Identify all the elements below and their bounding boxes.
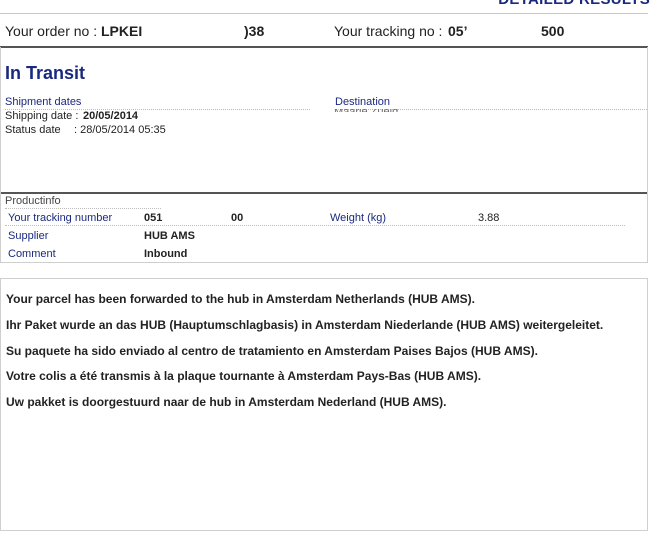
- productinfo-divider: [1, 192, 647, 194]
- pi-tracking-part1: 051: [144, 212, 163, 224]
- pi-weight-value: 3.88: [478, 212, 500, 224]
- message-de: Ihr Paket wurde an das HUB (Hauptumschla…: [6, 318, 604, 332]
- shipment-status: In Transit: [5, 63, 86, 83]
- message-nl: Uw pakket is doorgestuurd naar de hub in…: [6, 395, 447, 409]
- tracking-value-start: 05’: [448, 23, 468, 39]
- productinfo-underline: [5, 208, 161, 209]
- status-date-value: : 28/05/2014 05:35: [74, 124, 166, 136]
- productinfo-row-separator: [5, 225, 625, 226]
- order-value-end: )38: [244, 23, 265, 39]
- order-value-start: LPKEI: [101, 23, 143, 39]
- message-en: Your parcel has been forwarded to the hu…: [6, 292, 475, 306]
- pi-comment-value: Inbound: [144, 248, 188, 260]
- shipping-date-value: 20/05/2014: [83, 110, 139, 122]
- pi-weight-label: Weight (kg): [330, 212, 387, 224]
- pi-supplier-label: Supplier: [8, 230, 49, 242]
- destination-header: Destination: [335, 96, 647, 110]
- shipping-date-label: Shipping date :: [5, 110, 79, 122]
- message-es: Su paquete ha sido enviado al centro de …: [6, 344, 538, 358]
- tracking-value-end: 500: [541, 23, 565, 39]
- productinfo-header: Productinfo: [5, 195, 61, 207]
- message-fr: Votre colis a été transmis à la plaque t…: [6, 369, 482, 383]
- status-messages-panel: Your parcel has been forwarded to the hu…: [0, 278, 648, 531]
- status-date-label: Status date: [5, 124, 61, 136]
- pi-tracking-part2: 00: [231, 212, 244, 224]
- page-heading: DETAILED RESULTS: [498, 0, 650, 8]
- destination-value: Maarle Zueld: [334, 109, 414, 112]
- tracking-label: Your tracking no :: [334, 23, 443, 39]
- order-label: Your order no :: [5, 23, 98, 39]
- pi-comment-label: Comment: [8, 248, 56, 260]
- pi-supplier-value: HUB AMS: [144, 230, 195, 242]
- shipment-info-panel: In Transit Shipment dates Destination Ma…: [0, 47, 648, 263]
- pi-tracking-label: Your tracking number: [8, 212, 113, 224]
- order-bar: Your order no : LPKEI )38 Your tracking …: [0, 13, 648, 48]
- shipment-dates-header: Shipment dates: [5, 96, 310, 110]
